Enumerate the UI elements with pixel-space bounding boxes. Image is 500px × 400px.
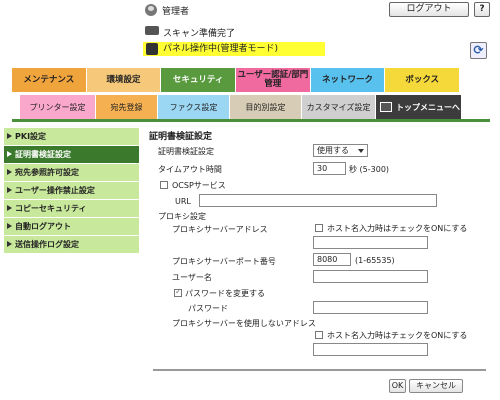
sidebar-item-address-ref[interactable]: 宛先参照許可設定 [4,164,139,181]
sidebar-item-user-restrict[interactable]: ユーザー操作禁止設定 [4,182,139,199]
no-proxy-input[interactable] [313,343,428,356]
cert-verify-select[interactable]: 使用する [313,144,368,157]
tab-address-registration[interactable]: 宛先登録 [96,95,158,119]
sidebar-item-copy-security[interactable]: コピーセキュリティ [4,200,139,217]
tab-fax-settings[interactable]: ファクス設定 [158,95,230,119]
timeout-unit: 秒 (5-300) [349,165,390,174]
timeout-input[interactable]: 30 [313,162,346,175]
url-label: URL [175,197,191,206]
proxy-port-range: (1-65535) [355,256,395,265]
tab-environment-settings[interactable]: 環境設定 [86,68,162,92]
no-proxy-host-checkbox[interactable] [315,331,323,339]
divider [153,369,486,371]
no-proxy-label: プロキシサーバーを使用しないアドレス [172,319,316,328]
tab-customize-settings[interactable]: カスタマイズ設定 [302,95,376,119]
proxy-port-label: プロキシサーバーポート番号 [172,257,276,266]
admin-user-icon [145,4,157,16]
timeout-label: タイムアウト時間 [158,165,222,174]
logout-button[interactable]: ログアウト [389,2,469,17]
username-input[interactable] [313,270,428,283]
no-proxy-host-checkbox-label: ホスト名入力時はチェックをONにする [327,331,468,340]
ocsp-checkbox[interactable] [160,181,168,189]
cert-verify-select-value: 使用する [317,146,349,155]
admin-label: 管理者 [162,7,190,17]
tab-top-menu[interactable]: トップメニューへ [376,95,462,119]
cert-verify-label: 証明書検証設定 [158,147,214,156]
url-input[interactable] [199,194,437,207]
refresh-button[interactable]: ⟳ [470,42,487,59]
tab-security[interactable]: セキュリティ [161,68,237,92]
change-password-checkbox[interactable] [174,287,182,297]
ok-button[interactable]: OK [389,379,406,393]
help-button[interactable]: ? [474,2,490,17]
tab-maintenance[interactable]: メンテナンス [12,68,87,92]
password-label: パスワード [188,304,228,313]
chevron-down-icon [358,149,364,153]
scanner-icon [145,26,159,35]
main-tab-bar: メンテナンス 環境設定 セキュリティ ユーザー認証/部門管理 ネットワーク ボッ… [12,68,461,92]
proxy-port-input[interactable]: 8080 [313,253,351,266]
proxy-host-checkbox[interactable] [315,224,323,232]
top-menu-label: トップメニューへ [396,102,460,112]
tab-printer-settings[interactable]: プリンター設定 [20,95,96,119]
scan-status-text: スキャン準備完了 [163,29,236,39]
proxy-address-label: プロキシサーバーアドレス [172,225,268,234]
change-password-label: パスワードを変更する [185,289,265,298]
password-input[interactable] [313,301,428,314]
sidebar: PKI設定 証明書検証設定 宛先参照許可設定 ユーザー操作禁止設定 コピーセキュ… [4,128,139,254]
panel-status-bar: パネル操作中(管理者モード) [143,42,325,56]
proxy-settings-label: プロキシ設定 [158,212,206,221]
tab-box[interactable]: ボックス [385,68,461,92]
cancel-button[interactable]: キャンセル [409,379,463,393]
sidebar-item-cert-verify[interactable]: 証明書検証設定 [4,146,139,163]
sidebar-item-send-log[interactable]: 送信操作ログ設定 [4,236,139,253]
proxy-address-input[interactable] [313,236,428,249]
panel-lock-icon [146,43,158,55]
sub-tab-bar: プリンター設定 宛先登録 ファクス設定 目的別設定 カスタマイズ設定 トップメニ… [12,95,490,119]
username-label: ユーザー名 [172,273,212,282]
ocsp-label: OCSPサービス [172,181,226,190]
sidebar-item-pki[interactable]: PKI設定 [4,128,139,145]
top-menu-icon [380,102,392,112]
tab-network[interactable]: ネットワーク [310,68,386,92]
tab-user-auth[interactable]: ユーザー認証/部門管理 [236,68,311,92]
tab-purpose-settings[interactable]: 目的別設定 [230,95,302,119]
page-title: 証明書検証設定 [149,132,213,142]
proxy-host-checkbox-label: ホスト名入力時はチェックをONにする [327,224,468,233]
sidebar-item-auto-logout[interactable]: 自動ログアウト [4,218,139,235]
settings-panel: 証明書検証設定 証明書検証設定 使用する タイムアウト時間 30 秒 (5-30… [141,122,490,400]
